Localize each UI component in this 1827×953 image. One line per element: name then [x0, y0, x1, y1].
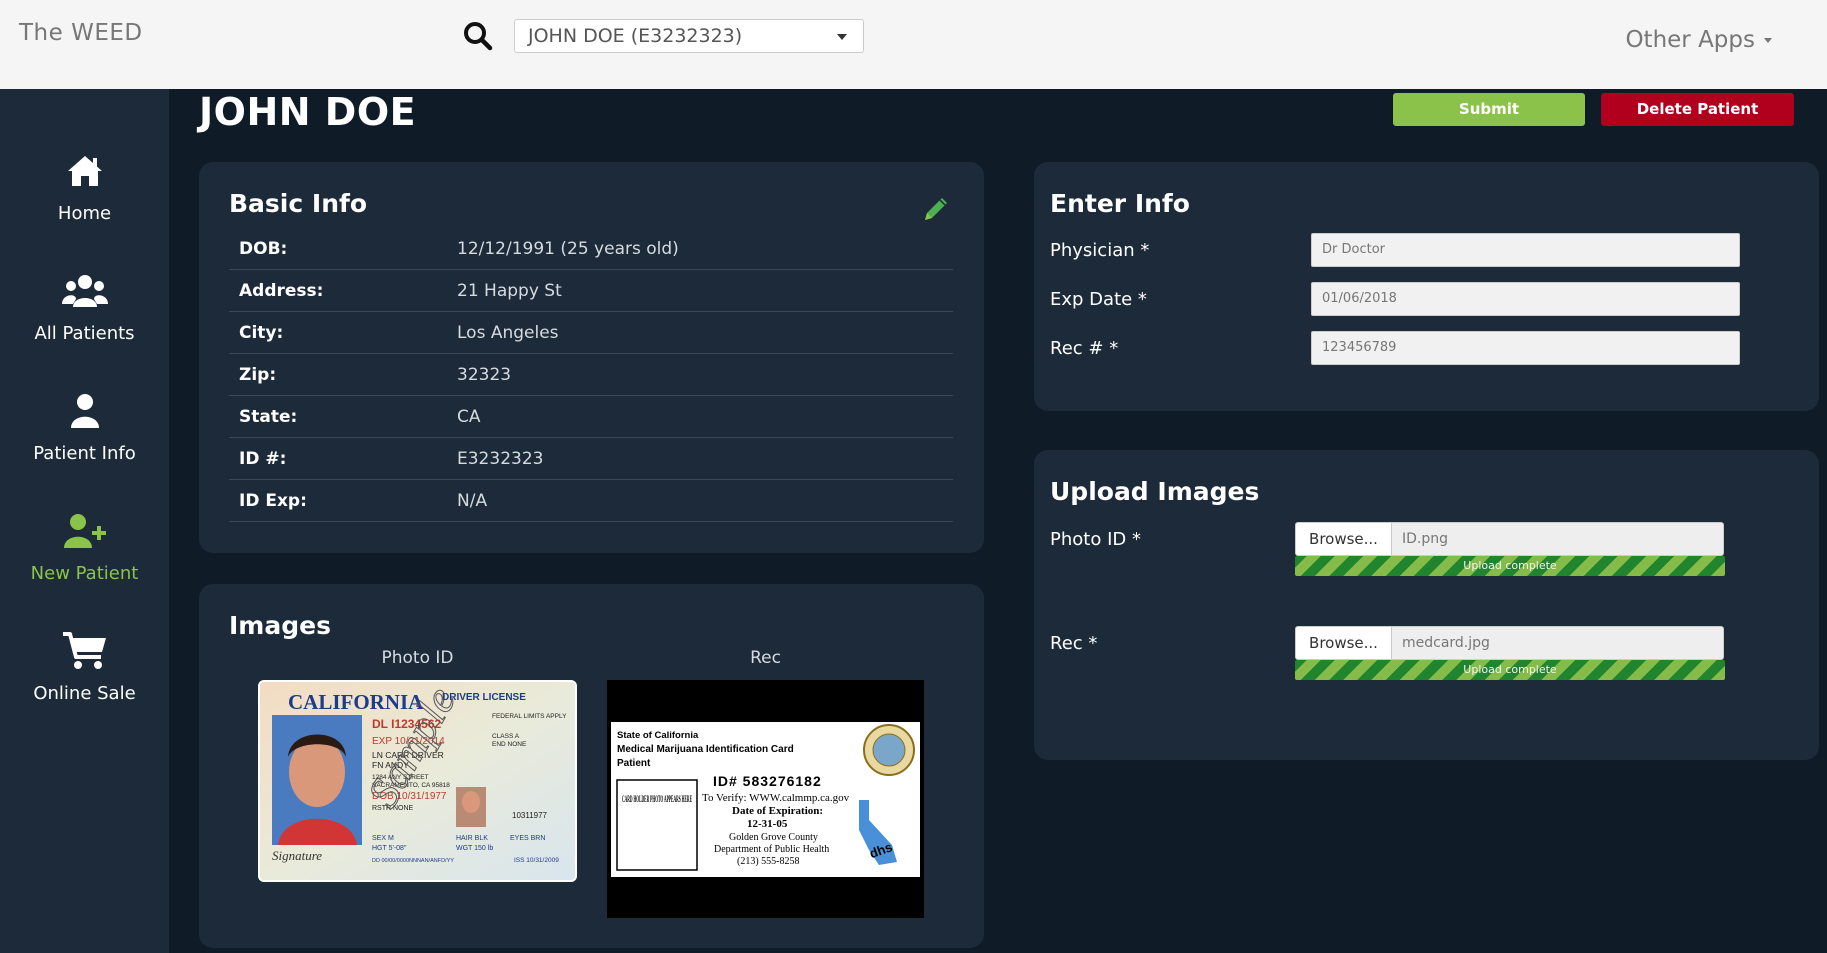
info-row-zip: Zip: 32323 [229, 354, 953, 396]
rec-card-line2: Medical Marijuana Identification Card [617, 744, 794, 755]
sidebar-item-label: New Patient [30, 563, 139, 584]
id-card-hgt: HGT 5'-08" [372, 845, 407, 852]
file-name-field[interactable]: ID.png [1392, 522, 1724, 556]
info-label: DOB: [239, 239, 288, 259]
sidebar-item-label: All Patients [34, 323, 135, 344]
rec-card-verify: To Verify: WWW.calmmp.ca.gov [702, 792, 850, 804]
info-row-state: State: CA [229, 396, 953, 438]
patient-select[interactable]: JOHN DOE (E3232323) [514, 19, 864, 53]
sidebar-item-patient-info[interactable]: Patient Info [0, 391, 169, 491]
delete-patient-button[interactable]: Delete Patient [1601, 93, 1794, 126]
rec-card-photo-text: CARD HOLDER PHOTO APPEARS HERE [622, 794, 692, 804]
info-label: Address: [239, 281, 324, 301]
id-card-num: 10311977 [512, 811, 548, 820]
photo-id-caption: Photo ID [381, 648, 454, 668]
cart-icon [62, 632, 106, 669]
id-card-eyes: EYES BRN [510, 835, 545, 842]
info-row-dob: DOB: 12/12/1991 (25 years old) [229, 228, 953, 270]
other-apps-label: Other Apps [1625, 27, 1755, 53]
id-card-sex: SEX M [372, 835, 394, 842]
brand-logo[interactable]: The WEED [19, 20, 143, 46]
sidebar: Home All Patients Patient Info New Patie… [0, 89, 169, 953]
info-row-id-number: ID #: E3232323 [229, 438, 953, 480]
sidebar-item-label: Online Sale [33, 683, 136, 704]
info-label: City: [239, 323, 284, 343]
user-plus-icon [63, 514, 106, 548]
browse-button[interactable]: Browse... [1295, 626, 1392, 660]
id-card-end: END NONE [492, 741, 527, 748]
info-row-address: Address: 21 Happy St [229, 270, 953, 312]
info-value: 12/12/1991 (25 years old) [457, 239, 679, 259]
exp-date-label: Exp Date * [1050, 289, 1147, 310]
info-value: Los Angeles [457, 323, 559, 343]
info-label: ID Exp: [239, 491, 307, 511]
users-icon [61, 275, 108, 307]
physician-input[interactable]: Dr Doctor [1311, 233, 1740, 267]
sidebar-item-online-sale[interactable]: Online Sale [0, 631, 169, 731]
patient-select-value: JOHN DOE (E3232323) [528, 25, 743, 47]
photo-id-file-input: Browse... ID.png [1295, 522, 1724, 556]
search-icon[interactable] [462, 20, 494, 52]
info-label: Zip: [239, 365, 277, 385]
info-row-id-exp: ID Exp: N/A [229, 480, 953, 522]
id-card-class: CLASS A [492, 733, 520, 740]
id-card-fed: FEDERAL LIMITS APPLY [492, 713, 567, 720]
sidebar-item-all-patients[interactable]: All Patients [0, 271, 169, 371]
chevron-down-icon [837, 34, 847, 40]
rec-card-line1: State of California [617, 730, 699, 741]
rec-card-id: ID# 583276182 [713, 773, 822, 789]
rec-upload-label: Rec * [1050, 633, 1098, 654]
page-title: JOHN DOE [199, 90, 417, 134]
sidebar-item-label: Home [57, 203, 112, 224]
info-value: 21 Happy St [457, 281, 562, 301]
upload-images-title: Upload Images [1050, 477, 1260, 506]
rec-card-exp: 12-31-05 [747, 818, 788, 830]
id-card-hair: HAIR BLK [456, 835, 488, 842]
exp-date-input[interactable]: 01/06/2018 [1311, 282, 1740, 316]
rec-card-exp-label: Date of Expiration: [732, 805, 823, 817]
images-title: Images [229, 611, 331, 640]
rec-caption: Rec [750, 648, 781, 668]
info-label: ID #: [239, 449, 287, 469]
rec-card-county: Golden Grove County [729, 832, 818, 843]
file-name-field[interactable]: medcard.jpg [1392, 626, 1724, 660]
info-value: E3232323 [457, 449, 544, 469]
physician-label: Physician * [1050, 240, 1150, 261]
submit-button[interactable]: Submit [1393, 93, 1585, 126]
browse-button[interactable]: Browse... [1295, 522, 1392, 556]
top-navbar: The WEED JOHN DOE (E3232323) Other Apps [0, 0, 1827, 89]
rec-card-phone: (213) 555-8258 [737, 856, 800, 867]
sidebar-item-label: Patient Info [33, 443, 136, 464]
rec-number-label: Rec # * [1050, 338, 1119, 359]
caret-down-icon [1764, 38, 1772, 43]
info-value: N/A [457, 491, 488, 511]
other-apps-dropdown[interactable]: Other Apps [1625, 27, 1772, 53]
upload-progress-bar: Upload complete [1295, 660, 1725, 680]
sidebar-item-home[interactable]: Home [0, 151, 169, 251]
enter-info-title: Enter Info [1050, 189, 1190, 218]
photo-id-image[interactable]: CALIFORNIA DRIVER LICENSE DL I1234562 EX… [258, 680, 577, 882]
id-card-wgt: WGT 150 lb [456, 845, 493, 852]
sidebar-item-new-patient[interactable]: New Patient [0, 511, 169, 611]
info-value: 32323 [457, 365, 512, 385]
id-card-iss: ISS 10/31/2009 [514, 857, 559, 864]
pencil-icon[interactable] [920, 193, 952, 225]
rec-card-line3: Patient [617, 758, 651, 769]
home-icon [67, 156, 102, 186]
rec-file-input: Browse... medcard.jpg [1295, 626, 1724, 660]
info-value: CA [457, 407, 481, 427]
info-row-city: City: Los Angeles [229, 312, 953, 354]
id-card-signature: Signature [272, 848, 322, 863]
rec-card-dept: Department of Public Health [714, 844, 829, 855]
rec-image[interactable]: State of California Medical Marijuana Id… [607, 680, 924, 918]
basic-info-title: Basic Info [229, 189, 368, 218]
upload-progress-bar: Upload complete [1295, 556, 1725, 576]
user-icon [70, 394, 99, 428]
rec-number-input[interactable]: 123456789 [1311, 331, 1740, 365]
id-card-dd: DD 00/00/0000NNNAN/ANFD/YY [372, 858, 454, 864]
photo-id-upload-label: Photo ID * [1050, 529, 1141, 550]
info-label: State: [239, 407, 298, 427]
